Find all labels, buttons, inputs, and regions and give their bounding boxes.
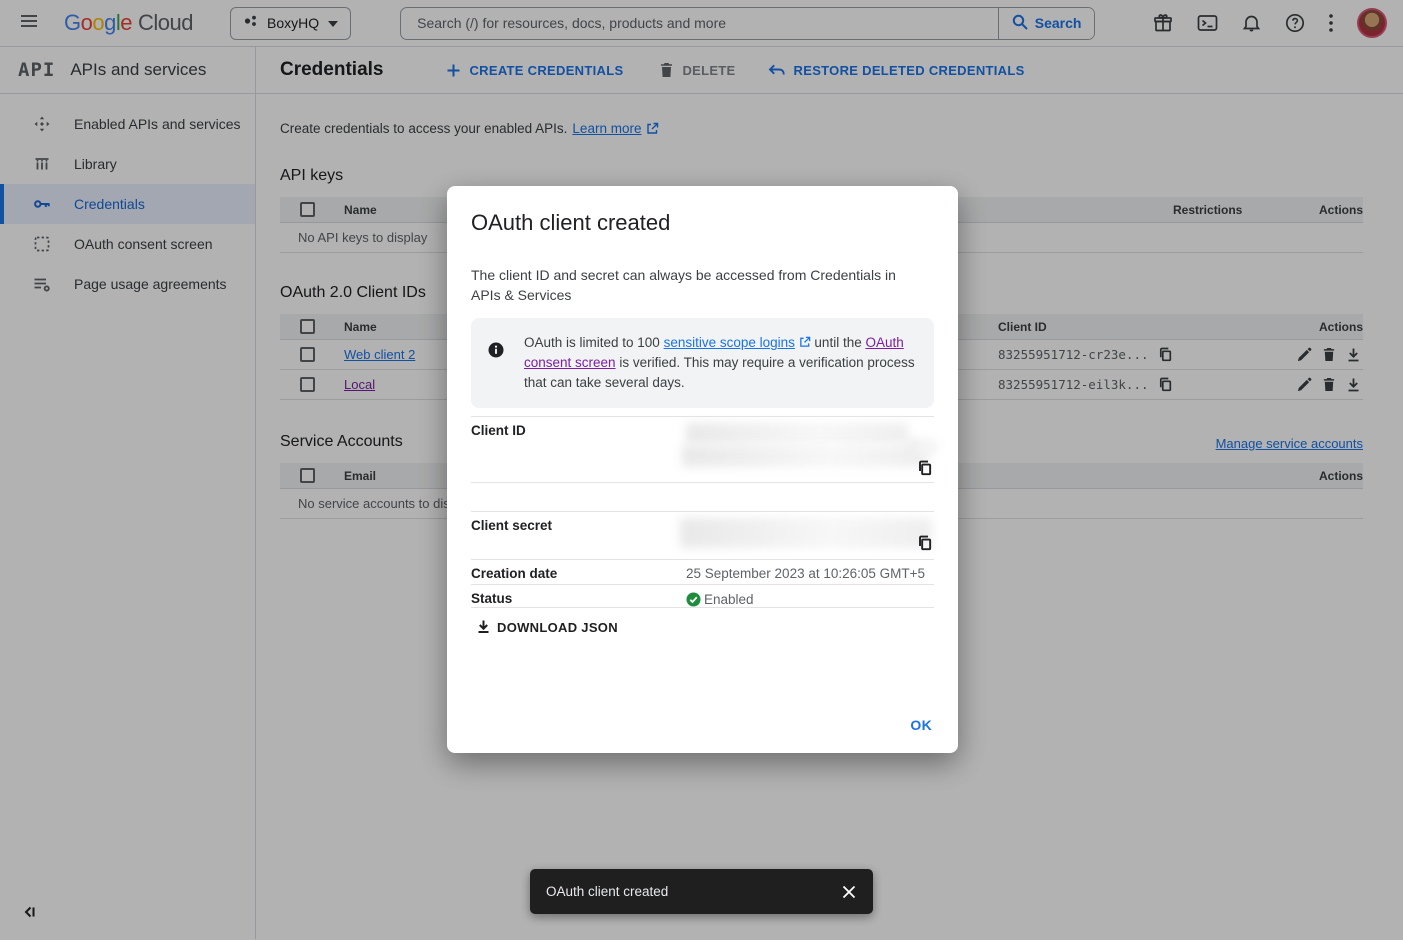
- copy-client-secret-button[interactable]: [917, 535, 932, 554]
- info-icon: [488, 333, 504, 393]
- client-id-label: Client ID: [471, 417, 686, 482]
- ok-button[interactable]: OK: [910, 717, 932, 733]
- dialog-title: OAuth client created: [471, 210, 934, 236]
- notice-text: OAuth is limited to 100 sensitive scope …: [524, 333, 918, 393]
- client-id-row: Client ID: [471, 416, 934, 482]
- sensitive-scope-logins-link[interactable]: sensitive scope logins: [664, 335, 795, 350]
- oauth-client-created-dialog: OAuth client created The client ID and s…: [447, 186, 958, 753]
- download-json-button[interactable]: DOWNLOAD JSON: [476, 619, 618, 635]
- toast-message: OAuth client created: [546, 884, 842, 899]
- status-label: Status: [471, 585, 686, 607]
- client-secret-label: Client secret: [471, 512, 686, 559]
- close-icon[interactable]: [842, 885, 856, 899]
- status-row: Status Enabled: [471, 584, 934, 608]
- external-link-icon: [799, 336, 811, 348]
- dialog-subtitle: The client ID and secret can always be a…: [471, 265, 916, 305]
- redacted-client-id: [686, 423, 908, 444]
- status-badge: Enabled: [704, 592, 754, 607]
- download-icon: [476, 619, 491, 635]
- client-details: Client ID Client secret Creation date: [471, 416, 934, 608]
- redacted-client-id: [908, 439, 936, 454]
- redacted-client-id: [682, 445, 928, 467]
- client-secret-row: Client secret: [471, 511, 934, 559]
- creation-date-label: Creation date: [471, 560, 686, 584]
- snackbar-toast: OAuth client created: [530, 869, 873, 914]
- copy-client-id-button[interactable]: [917, 460, 932, 479]
- spacer-row: [471, 482, 934, 511]
- status-enabled-icon: [686, 592, 701, 607]
- redacted-client-secret: [680, 518, 932, 548]
- creation-date-value: 25 September 2023 at 10:26:05 GMT+5: [686, 560, 934, 584]
- creation-date-row: Creation date 25 September 2023 at 10:26…: [471, 559, 934, 584]
- verification-notice: OAuth is limited to 100 sensitive scope …: [471, 318, 934, 408]
